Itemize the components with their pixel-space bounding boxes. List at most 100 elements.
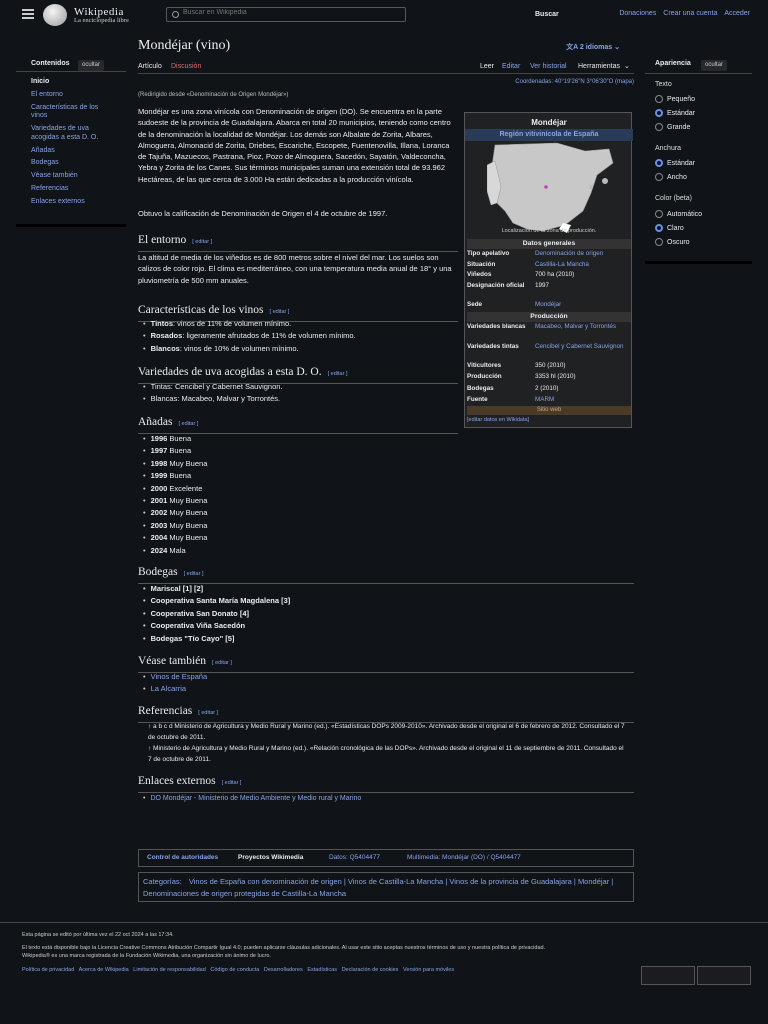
map-caption: Localización de la zona de producción.	[501, 228, 597, 234]
tab-edit[interactable]: Editar	[502, 62, 520, 72]
radio-option[interactable]: Ancho	[655, 173, 752, 182]
toc-item[interactable]: Añadas	[31, 147, 111, 156]
edit-link[interactable]: [ editar ]	[212, 660, 232, 666]
list-item: 1996 Buena	[143, 433, 207, 445]
color-label: Color (beta)	[655, 195, 692, 203]
toc-item[interactable]: Variedades de uva acogidas a esta D. O.	[31, 125, 111, 143]
coordinates[interactable]: Coordenadas: 40°19′26″N 3°06′30″O (mapa)	[515, 78, 634, 87]
search-button[interactable]: Buscar	[535, 10, 559, 20]
radio-option[interactable]: Grande	[655, 123, 752, 132]
toc-item[interactable]: Referencias	[31, 185, 111, 194]
list-item[interactable]: DO Mondéjar - Ministerio de Medio Ambien…	[143, 793, 361, 805]
edit-link[interactable]: [ editar ]	[184, 571, 204, 577]
list-item[interactable]: La Alcarria	[143, 683, 207, 695]
radio-option[interactable]: Automático	[655, 209, 752, 219]
intro-paragraph-2: Obtuvo la calificación de Denominación d…	[138, 209, 388, 218]
tab-article[interactable]: Artículo	[138, 62, 162, 72]
edit-link[interactable]: [ editar ]	[198, 710, 218, 716]
radio-option[interactable]: Estándar	[655, 109, 752, 118]
list-item: 2003 Muy Buena	[143, 520, 208, 532]
footer-link[interactable]: Declaración de cookies	[342, 967, 399, 973]
list-item: 2002 Muy Buena	[143, 507, 208, 519]
infobox-subtitle[interactable]: Región vitivinícola de España	[465, 129, 633, 142]
location-marker-icon	[544, 185, 548, 189]
footer-link[interactable]: Estadísticas	[307, 967, 337, 973]
radio-option[interactable]: Claro	[655, 223, 752, 233]
footer-link[interactable]: Política de privacidad	[22, 967, 74, 973]
chevron-down-icon[interactable]: ⌄	[624, 62, 630, 72]
tab-history[interactable]: Ver historial	[530, 62, 567, 72]
footer-link[interactable]: Limitación de responsabilidad	[133, 967, 205, 973]
radio-option[interactable]: Pequeño	[655, 95, 752, 104]
website-link[interactable]: Sitio web	[467, 406, 631, 415]
reference-item: ↑ Ministerio de Agricultura y Medio Rura…	[148, 745, 624, 763]
section-heading: Referencias[ editar ]	[138, 703, 634, 723]
multimedia-link[interactable]: Multimedia: Mondéjar (DO) / Q5404477	[407, 853, 521, 862]
site-header: Wikipedia La enciclopedia libre Buscar D…	[0, 0, 768, 30]
toc-item[interactable]: Características de los vinos	[31, 104, 111, 122]
list-item: 1998 Muy Buena	[143, 458, 208, 470]
last-edited: Esta página se editó por última vez el 2…	[22, 932, 174, 938]
list-item: 1999 Buena	[143, 470, 207, 482]
toc-item[interactable]: Enlaces externos	[31, 198, 111, 207]
logo-tagline: La enciclopedia libre	[74, 17, 129, 24]
list-item: Mariscal [1] [2]	[143, 583, 290, 595]
category-link[interactable]: Vinos de Castilla-La Mancha	[348, 877, 443, 886]
reference-item: ↑ a b c d Ministerio de Agricultura y Me…	[148, 723, 625, 741]
toc-item[interactable]: El entorno	[31, 91, 111, 100]
category-link[interactable]: Vinos de la provincia de Guadalajara	[449, 877, 571, 886]
personal-links: Donaciones Crear una cuenta Acceder	[614, 9, 750, 19]
intro-paragraph: Mondéjar es una zona vinícola con Denomi…	[138, 107, 451, 184]
section-heading: Enlaces externos[ editar ]	[138, 773, 634, 793]
wikidata-link[interactable]: Datos: Q5404477	[329, 853, 380, 862]
edit-link[interactable]: [ editar ]	[222, 780, 242, 786]
toc-item[interactable]: Véase también	[31, 172, 111, 181]
hamburger-menu-icon[interactable]	[22, 9, 34, 19]
tools-menu[interactable]: Herramientas	[578, 62, 620, 72]
edit-link[interactable]: [ editar ]	[328, 371, 348, 377]
wikimedia-badge[interactable]	[641, 966, 695, 985]
license-text: El texto está disponible bajo la Licenci…	[22, 945, 546, 951]
page-footer: Esta página se editó por última vez el 2…	[0, 922, 768, 973]
edit-link[interactable]: [ editar ]	[192, 239, 212, 245]
list-item: Bodegas "Tío Cayo" [5]	[143, 633, 290, 645]
toc-item[interactable]: Bodegas	[31, 159, 111, 168]
search-input[interactable]	[183, 9, 373, 16]
radio-option[interactable]: Estándar	[655, 159, 752, 168]
footer-link[interactable]: Acerca de Wikipedia	[79, 967, 129, 973]
wikidata-edit-link[interactable]: [editar datos en Wikidata]	[467, 417, 529, 425]
redirect-notice: (Redirigido desde «Denominación de Orige…	[138, 92, 289, 98]
location-map[interactable]	[487, 141, 617, 239]
appearance-hide-button[interactable]: ocultar	[701, 60, 728, 71]
wikipedia-globe-icon[interactable]	[43, 4, 67, 26]
list-item: 2024 Mala	[143, 545, 207, 557]
grape-varieties-list: Tintas: Cencibel y Cabernet Sauvignon. B…	[143, 381, 283, 406]
infobox-title: Mondéjar	[531, 118, 567, 127]
section-heading: El entorno[ editar ]	[138, 232, 458, 252]
mediawiki-badge[interactable]	[697, 966, 751, 985]
tab-discussion[interactable]: Discusión	[171, 62, 201, 72]
category-link[interactable]: Denominaciones de origen protegidas de C…	[143, 889, 346, 898]
create-account-link[interactable]: Crear una cuenta	[663, 10, 717, 17]
appearance-panel: Apariencia ocultar Texto Pequeño Estánda…	[645, 56, 752, 264]
footer-link[interactable]: Versión para móviles	[403, 967, 454, 973]
list-item[interactable]: Vinos de España	[143, 671, 208, 683]
footer-link[interactable]: Desarrolladores	[264, 967, 303, 973]
trademark-text: Wikipedia® es una marca registrada de la…	[22, 953, 271, 959]
toc-title: Contenidos	[31, 60, 70, 67]
category-link[interactable]: Mondéjar	[578, 877, 609, 886]
categories-label[interactable]: Categorías:	[143, 877, 182, 886]
search-box[interactable]: Buscar	[166, 7, 559, 22]
footer-link[interactable]: Código de conducta	[210, 967, 259, 973]
toc-item[interactable]: Inicio	[31, 78, 111, 87]
toc-hide-button[interactable]: ocultar	[78, 60, 105, 71]
tab-read[interactable]: Leer	[480, 62, 494, 72]
category-link[interactable]: Vinos de España con denominación de orig…	[189, 877, 342, 886]
radio-option[interactable]: Oscuro	[655, 237, 752, 247]
authority-label[interactable]: Control de autoridades	[147, 853, 218, 862]
edit-link[interactable]: [ editar ]	[270, 309, 290, 315]
language-button[interactable]: 文A 2 idiomas ⌄	[566, 43, 620, 53]
donate-link[interactable]: Donaciones	[619, 10, 656, 17]
login-link[interactable]: Acceder	[724, 10, 750, 17]
edit-link[interactable]: [ editar ]	[179, 421, 199, 427]
